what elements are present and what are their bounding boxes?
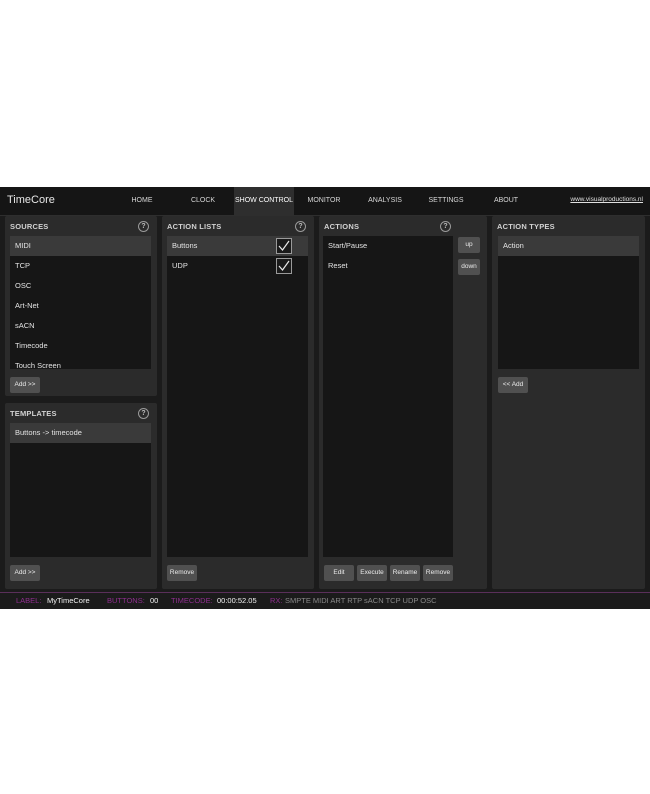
action-list-enabled-checkbox[interactable] bbox=[276, 238, 292, 254]
website-link[interactable]: www.visualproductions.nl bbox=[570, 196, 643, 203]
source-item-timecode[interactable]: Timecode bbox=[10, 336, 151, 356]
top-navigation-bar: TimeCore HOME CLOCK SHOW CONTROL MONITOR… bbox=[0, 187, 650, 216]
sources-title: SOURCES bbox=[10, 222, 49, 231]
sources-panel: SOURCES ? MIDI TCP OSC Art-Net sACN Time… bbox=[5, 216, 157, 396]
actions-list: Start/Pause Reset bbox=[323, 236, 453, 557]
source-item-art-net[interactable]: Art-Net bbox=[10, 296, 151, 316]
status-timecode-value: 00:00:52.05 bbox=[217, 596, 257, 605]
action-edit-button[interactable]: Edit bbox=[324, 565, 354, 581]
tab-clock[interactable]: CLOCK bbox=[183, 187, 223, 215]
help-icon[interactable]: ? bbox=[138, 408, 149, 419]
help-icon[interactable]: ? bbox=[295, 221, 306, 232]
action-item-reset[interactable]: Reset bbox=[323, 256, 453, 276]
action-remove-button[interactable]: Remove bbox=[423, 565, 453, 581]
app-title: TimeCore bbox=[7, 194, 55, 206]
tab-show-control[interactable]: SHOW CONTROL bbox=[234, 187, 294, 215]
help-icon[interactable]: ? bbox=[440, 221, 451, 232]
action-list-enabled-checkbox[interactable] bbox=[276, 258, 292, 274]
action-lists-list: Buttons UDP bbox=[167, 236, 308, 557]
move-up-button[interactable]: up bbox=[458, 237, 480, 253]
sources-list: MIDI TCP OSC Art-Net sACN Timecode Touch… bbox=[10, 236, 151, 369]
action-types-panel: ACTION TYPES Action << Add bbox=[492, 216, 645, 589]
status-label-value: MyTimeCore bbox=[47, 596, 90, 605]
move-down-button[interactable]: down bbox=[458, 259, 480, 275]
action-list-item-udp[interactable]: UDP bbox=[167, 256, 308, 276]
source-item-tcp[interactable]: TCP bbox=[10, 256, 151, 276]
action-list-label: Buttons bbox=[172, 241, 198, 250]
action-lists-remove-button[interactable]: Remove bbox=[167, 565, 197, 581]
status-rx-protocols: SMPTE MIDI ART RTP sACN TCP UDP OSC bbox=[285, 596, 437, 605]
action-execute-button[interactable]: Execute bbox=[357, 565, 387, 581]
templates-title: TEMPLATES bbox=[10, 409, 57, 418]
sources-add-button[interactable]: Add >> bbox=[10, 377, 40, 393]
status-buttons-value: 00 bbox=[150, 596, 159, 605]
action-types-add-button[interactable]: << Add bbox=[498, 377, 528, 393]
source-item-sacn[interactable]: sACN bbox=[10, 316, 151, 336]
status-timecode-key: TIMECODE: bbox=[171, 596, 213, 605]
action-list-label: UDP bbox=[172, 261, 188, 270]
status-rx-key: RX: bbox=[270, 596, 283, 605]
source-item-touch-screen[interactable]: Touch Screen bbox=[10, 356, 151, 369]
templates-add-button[interactable]: Add >> bbox=[10, 565, 40, 581]
actions-panel: ACTIONS ? Start/Pause Reset up down Edit… bbox=[319, 216, 487, 589]
action-type-item-action[interactable]: Action bbox=[498, 236, 639, 256]
actions-title: ACTIONS bbox=[324, 222, 360, 231]
tab-monitor[interactable]: MONITOR bbox=[300, 187, 348, 215]
templates-list: Buttons -> timecode bbox=[10, 423, 151, 557]
action-lists-panel: ACTION LISTS ? Buttons UDP Remove bbox=[162, 216, 314, 589]
template-item-buttons-timecode[interactable]: Buttons -> timecode bbox=[10, 423, 151, 443]
checkmark-icon bbox=[278, 240, 290, 251]
action-types-list: Action bbox=[498, 236, 639, 369]
tab-analysis[interactable]: ANALYSIS bbox=[360, 187, 410, 215]
templates-panel: TEMPLATES ? Buttons -> timecode Add >> bbox=[5, 403, 157, 589]
tab-home[interactable]: HOME bbox=[122, 187, 162, 215]
status-label-key: LABEL: bbox=[16, 596, 42, 605]
action-list-item-buttons[interactable]: Buttons bbox=[167, 236, 308, 256]
checkmark-icon bbox=[278, 260, 290, 271]
action-types-title: ACTION TYPES bbox=[497, 222, 555, 231]
action-item-start-pause[interactable]: Start/Pause bbox=[323, 236, 453, 256]
action-rename-button[interactable]: Rename bbox=[390, 565, 420, 581]
tab-about[interactable]: ABOUT bbox=[484, 187, 528, 215]
action-lists-title: ACTION LISTS bbox=[167, 222, 222, 231]
status-buttons-key: BUTTONS: bbox=[107, 596, 145, 605]
source-item-osc[interactable]: OSC bbox=[10, 276, 151, 296]
timecore-app: TimeCore HOME CLOCK SHOW CONTROL MONITOR… bbox=[0, 187, 650, 609]
tab-settings[interactable]: SETTINGS bbox=[422, 187, 470, 215]
help-icon[interactable]: ? bbox=[138, 221, 149, 232]
status-bar: LABEL: MyTimeCore BUTTONS: 00 TIMECODE: … bbox=[0, 592, 650, 609]
source-item-midi[interactable]: MIDI bbox=[10, 236, 151, 256]
